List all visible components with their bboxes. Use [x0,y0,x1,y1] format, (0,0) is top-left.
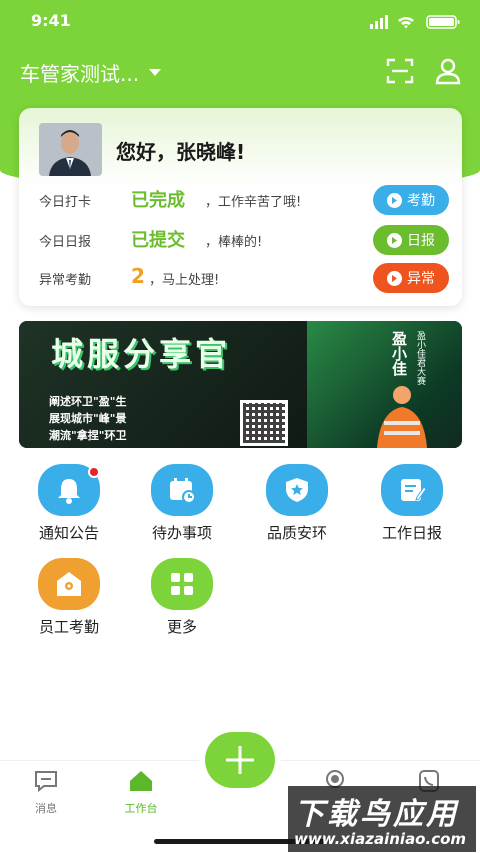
status-time: 9:41 [31,11,71,30]
banner-subtitle: 盈小佳君大赛 [415,331,425,385]
watermark-title: 下载鸟应用 [294,797,459,832]
banner-bullet: 阐述环卫"盈"生 [49,395,127,408]
company-name: 车管家测试... [20,62,140,86]
qr-code-image [240,400,288,446]
tile-icon-wrap [151,464,213,516]
report-edit-icon [401,479,427,501]
sanitation-worker-image [377,386,427,448]
checkin-status: 已完成 [131,190,185,211]
top-bar: 车管家测试... [0,52,480,92]
add-button[interactable] [205,732,275,788]
banner-title: 城服分享官 [51,335,232,373]
status-bar: 9:41 [0,10,480,34]
company-selector[interactable]: 车管家测试... [20,58,162,87]
calendar-icon [170,478,196,504]
shield-star-icon [286,478,308,502]
banner-left-panel: 城服分享官 阐述环卫"盈"生 展现城市"峰"景 潮流"拿捏"环卫 [19,321,309,448]
promo-banner[interactable]: 城服分享官 阐述环卫"盈"生 展现城市"峰"景 潮流"拿捏"环卫 盈小佳 盈小佳… [19,321,462,448]
bell-icon [58,479,80,504]
abnormal-attendance-label: 异常考勤 [39,273,92,288]
checkin-row: 今日打卡 已完成 ，工作辛苦了哦! 考勤 [39,185,449,215]
user-icon[interactable] [434,57,462,85]
tab-messages-label: 消息 [35,802,57,815]
attendance-button[interactable]: 考勤 [373,185,449,215]
tile-label: 品质安环 [266,524,327,542]
workbench-icon [130,771,152,791]
tile-icon-wrap [38,558,100,610]
tile-quality-safety[interactable]: 品质安环 [242,464,352,543]
tile-label: 更多 [166,618,197,636]
tile-label: 通知公告 [38,524,99,542]
tab-workbench-label: 工作台 [124,802,158,815]
watermark-logo: 下载鸟应用 www.xiazainiao.com [288,786,476,852]
abnormal-button[interactable]: 异常 [373,263,449,293]
location-home-icon [57,572,81,596]
tab-messages[interactable]: 消息 [11,769,81,816]
daily-report-button[interactable]: 日报 [373,225,449,255]
tile-icon-wrap [151,558,213,610]
tile-label: 员工考勤 [38,618,99,636]
avatar [39,123,102,176]
daily-report-row: 今日日报 已提交 ，棒棒的! 日报 [39,225,449,255]
banner-name: 盈小佳 [390,331,408,376]
banner-bullet: 潮流"拿捏"环卫 [49,429,127,442]
checkin-label: 今日打卡 [39,195,92,210]
abnormal-attendance-count: 2 [131,264,145,288]
arrow-right-icon [387,232,402,248]
grid-apps-icon [171,573,193,595]
tile-label: 待办事项 [151,524,212,542]
daily-report-label: 今日日报 [39,235,92,250]
chevron-down-icon [149,69,162,76]
tile-label: 工作日报 [381,524,442,542]
abnormal-attendance-note: ，马上处理! [149,273,220,288]
arrow-right-icon [387,270,402,286]
watermark-url: www.xiazainiao.com [294,830,467,848]
scan-icon[interactable] [386,58,414,84]
banner-right-panel: 盈小佳 盈小佳君大赛 [307,321,462,448]
checkin-note: ，工作辛苦了哦! [205,195,302,210]
abnormal-attendance-row: 异常考勤 2 ，马上处理! 异常 [39,263,449,293]
daily-report-button-label: 日报 [407,233,435,249]
tile-more[interactable]: 更多 [127,558,237,637]
tile-todo[interactable]: 待办事项 [127,464,237,543]
plus-icon [226,746,254,774]
greeting-text: 您好，张晓峰! [116,140,246,164]
banner-bullets: 阐述环卫"盈"生 展现城市"峰"景 潮流"拿捏"环卫 [49,393,126,444]
daily-report-status: 已提交 [131,230,185,251]
tile-work-report[interactable]: 工作日报 [357,464,467,543]
tile-icon-wrap [381,464,443,516]
tile-notices[interactable]: 通知公告 [14,464,124,543]
tile-icon-wrap [38,464,100,516]
banner-bullet: 展现城市"峰"景 [49,412,127,425]
tile-icon-wrap [266,464,328,516]
message-icon [35,771,57,793]
attendance-button-label: 考勤 [407,193,435,209]
arrow-right-icon [387,192,402,208]
daily-report-note: ，棒棒的! [205,235,263,250]
user-summary-card: 您好，张晓峰! 今日打卡 已完成 ，工作辛苦了哦! 考勤 今日日报 已提交 ，棒… [19,108,462,306]
abnormal-button-label: 异常 [407,271,435,287]
tab-workbench[interactable]: 工作台 [106,769,176,816]
notification-badge [88,466,100,478]
status-icons [370,15,460,29]
tile-staff-attendance[interactable]: 员工考勤 [14,558,124,637]
